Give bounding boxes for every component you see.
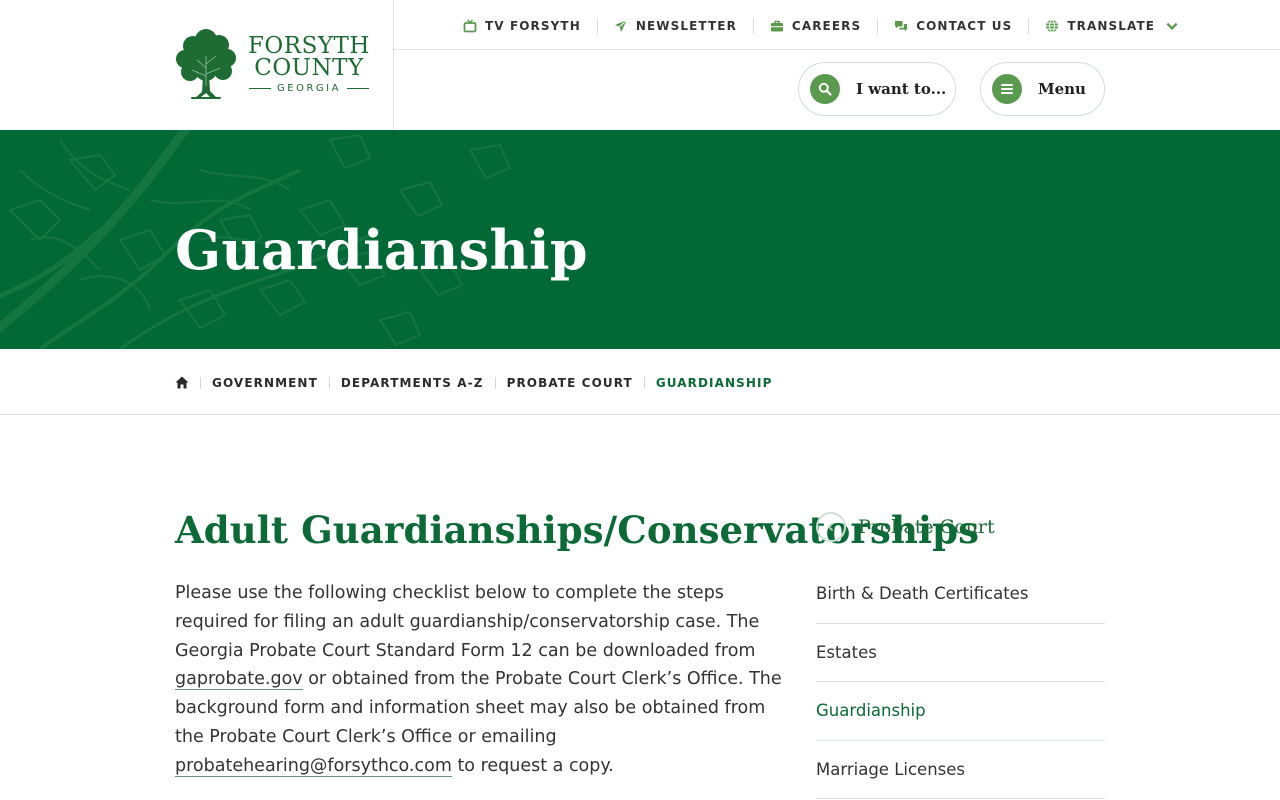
menu-label: Menu: [1038, 80, 1086, 98]
paragraph-text: Please use the following checklist below…: [175, 583, 760, 661]
chevron-left-icon: [816, 512, 846, 542]
site-header: FORSYTH COUNTY GEORGIA TV FORSYTH NEWSLE…: [0, 0, 1280, 130]
search-icon: [810, 74, 840, 104]
utility-link-newsletter[interactable]: NEWSLETTER: [614, 19, 737, 33]
utility-link-translate[interactable]: TRANSLATE: [1045, 19, 1179, 33]
logo-line-forsyth: FORSYTH: [247, 32, 370, 59]
paragraph-text: to request a copy.: [451, 755, 614, 776]
paper-plane-icon: [614, 19, 628, 32]
logo-wordmark: FORSYTH COUNTY GEORGIA: [243, 32, 375, 94]
probate-email-link[interactable]: probatehearing@forsythco.com: [175, 755, 452, 777]
tv-icon: [463, 19, 477, 33]
hamburger-icon: [992, 74, 1022, 104]
sidebar-nav: Birth & Death Certificates Estates Guard…: [816, 565, 1105, 800]
utility-label: TRANSLATE: [1067, 19, 1156, 33]
utility-label: CONTACT US: [916, 19, 1013, 33]
hero-banner: Guardianship: [0, 130, 1280, 349]
intro-paragraph: Please use the following checklist below…: [175, 579, 785, 781]
header-vertical-divider: [393, 0, 394, 130]
forsyth-county-logo[interactable]: FORSYTH COUNTY GEORGIA: [175, 26, 375, 102]
breadcrumb-current-guardianship: GUARDIANSHIP: [655, 376, 773, 390]
utility-label: CAREERS: [791, 19, 862, 33]
breadcrumb-separator: [643, 377, 645, 389]
utility-link-careers[interactable]: CAREERS: [770, 19, 861, 33]
sidebar-item-marriage-licenses[interactable]: Marriage Licenses: [816, 741, 1105, 800]
utility-link-contact-us[interactable]: CONTACT US: [894, 19, 1012, 33]
breadcrumb-separator: [328, 377, 330, 389]
utility-separator: [1028, 18, 1030, 34]
page-title: Guardianship: [175, 218, 588, 282]
sidebar-parent-link[interactable]: Probate Court: [816, 512, 995, 542]
breadcrumb-government[interactable]: GOVERNMENT: [212, 376, 318, 390]
i-want-to-button[interactable]: I want to...: [798, 62, 956, 116]
utility-separator: [877, 18, 879, 34]
header-horizontal-divider: [394, 49, 1280, 50]
utility-label: TV FORSYTH: [485, 19, 581, 33]
breadcrumb-separator: [200, 377, 201, 389]
breadcrumb: GOVERNMENT DEPARTMENTS A-Z PROBATE COURT…: [175, 372, 772, 394]
briefcase-icon: [770, 20, 783, 32]
sidebar-item-guardianship[interactable]: Guardianship: [816, 682, 1105, 741]
utility-nav: TV FORSYTH NEWSLETTER CAREERS CONTACT US…: [463, 15, 1179, 37]
breadcrumb-probate-court[interactable]: PROBATE COURT: [507, 376, 633, 390]
tree-logo-icon: [176, 29, 236, 99]
sidebar-item-birth-death-certificates[interactable]: Birth & Death Certificates: [816, 565, 1105, 624]
globe-icon: [1046, 19, 1059, 33]
home-icon: [175, 376, 189, 388]
i-want-to-label: I want to...: [856, 80, 947, 98]
chevron-down-icon: [1166, 22, 1178, 30]
utility-link-tv-forsyth[interactable]: TV FORSYTH: [463, 19, 581, 33]
sidebar-item-estates[interactable]: Estates: [816, 624, 1105, 683]
chat-icon: [895, 21, 908, 31]
logo-line-georgia: GEORGIA: [243, 83, 375, 94]
breadcrumb-departments[interactable]: DEPARTMENTS A-Z: [341, 376, 484, 390]
breadcrumb-divider: [0, 414, 1280, 415]
gaprobate-link[interactable]: gaprobate.gov: [175, 669, 303, 691]
sidebar-heading: Probate Court: [858, 516, 995, 538]
utility-label: NEWSLETTER: [635, 19, 737, 33]
utility-separator: [596, 18, 598, 34]
menu-button[interactable]: Menu: [980, 62, 1105, 116]
utility-separator: [752, 18, 754, 34]
breadcrumb-separator: [494, 377, 496, 389]
breadcrumb-home[interactable]: [175, 374, 189, 393]
logo-line-county: COUNTY: [254, 54, 364, 81]
